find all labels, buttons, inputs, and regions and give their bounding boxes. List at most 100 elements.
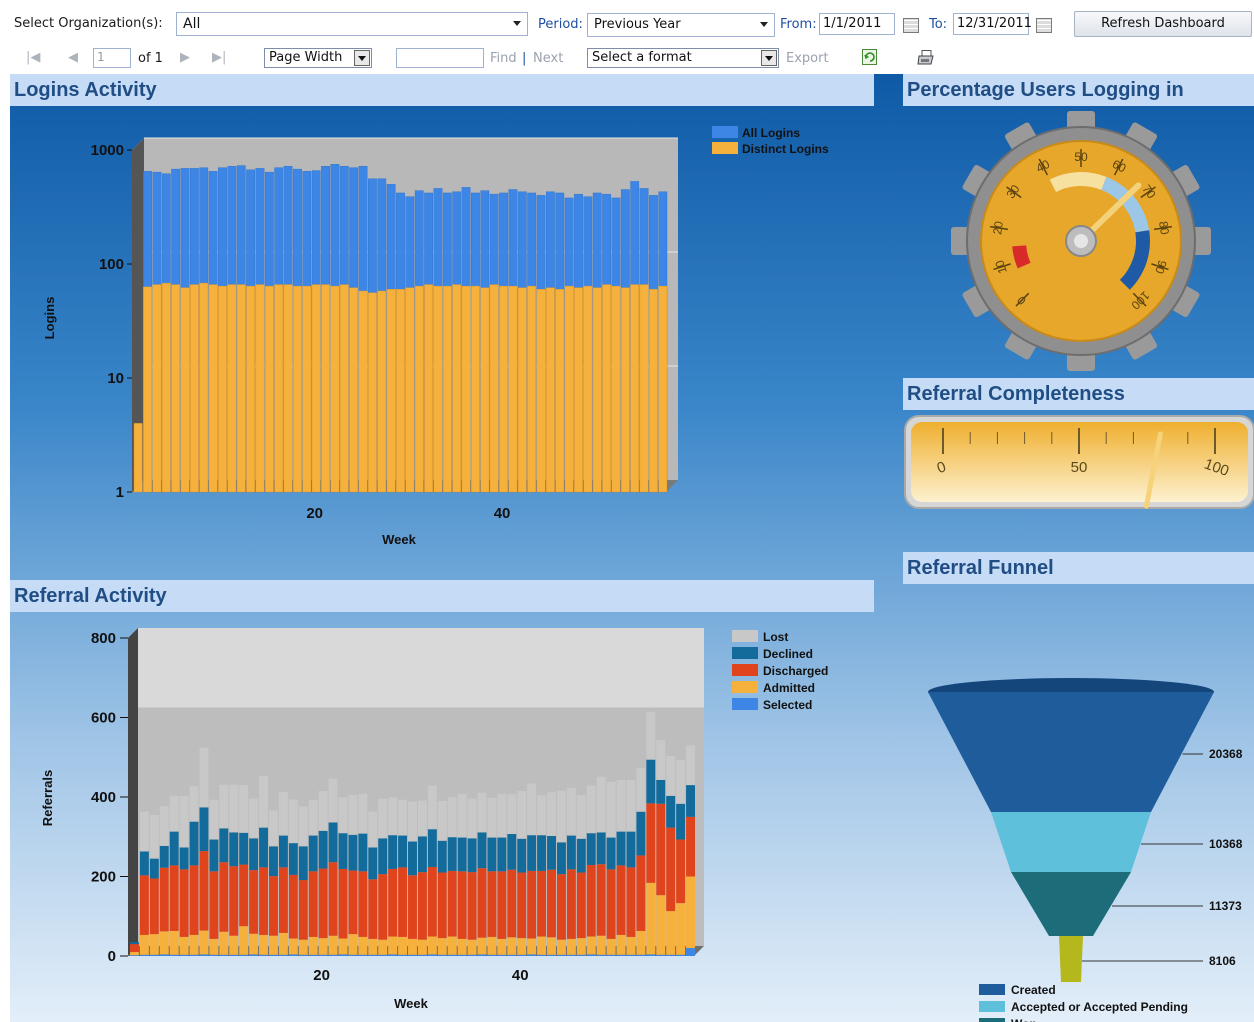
to-date-input[interactable]: 12/31/2011 [953, 13, 1032, 35]
selected-bar [239, 954, 249, 956]
export-format-select[interactable]: Select a format [587, 48, 779, 68]
x-axis-label: Week [394, 996, 428, 1011]
declined-bar [686, 785, 695, 817]
legend-label: Admitted [763, 681, 815, 695]
selected-bar [576, 954, 586, 956]
distinct-logins-bar [517, 287, 527, 493]
chevron-down-icon [354, 50, 370, 66]
calendar-icon[interactable] [903, 18, 919, 33]
distinct-logins-bar [546, 287, 555, 493]
distinct-logins-bar [499, 285, 508, 493]
dashboard: Logins Activity Referral Activity Percen… [10, 74, 1254, 1022]
find-link[interactable]: Find [490, 51, 517, 66]
y-tick-label: 1 [116, 484, 124, 501]
discharged-bar [507, 869, 517, 938]
discharged-bar [537, 870, 547, 937]
lost-bar [179, 795, 189, 848]
page-number-input[interactable]: 1 [93, 48, 131, 68]
admitted-bar [626, 936, 636, 955]
declined-bar [348, 834, 358, 871]
distinct-logins-bar [283, 284, 293, 493]
admitted-bar [169, 930, 179, 955]
declined-bar [646, 759, 656, 804]
admitted-bar [338, 938, 348, 955]
next-page-icon[interactable]: ▶ [180, 50, 190, 65]
x-axis-label: Week [382, 532, 416, 547]
discharged-bar [308, 871, 318, 937]
selected-bar [288, 954, 298, 956]
admitted-bar [646, 882, 656, 955]
distinct-logins-bar [227, 284, 237, 493]
legend-label: Selected [763, 698, 812, 712]
selected-bar [408, 954, 417, 956]
lost-bar [398, 799, 408, 836]
selected-bar [517, 954, 527, 956]
admitted-bar [527, 938, 537, 955]
y-tick-label: 1000 [91, 142, 124, 159]
admitted-bar [308, 936, 318, 955]
x-tick-label: 40 [494, 505, 511, 522]
lost-bar [547, 792, 556, 836]
selected-bar [348, 954, 358, 956]
lost-bar [626, 779, 636, 832]
admitted-bar [378, 939, 388, 955]
export-link[interactable]: Export [786, 51, 829, 66]
from-date-input[interactable]: 1/1/2011 [819, 13, 895, 35]
selected-bar [298, 954, 308, 956]
admitted-bar [179, 936, 189, 955]
distinct-logins-bar [236, 284, 246, 493]
last-page-icon[interactable]: ▶| [212, 50, 226, 65]
legend-label: Discharged [763, 664, 828, 678]
selected-bar [139, 954, 149, 956]
next-link[interactable]: Next [533, 51, 563, 66]
discharged-bar [656, 803, 666, 896]
period-label: Period: [538, 17, 583, 32]
declined-bar [378, 838, 388, 875]
find-input[interactable] [396, 48, 484, 68]
lost-bar [527, 783, 537, 836]
discharged-bar [239, 864, 249, 927]
declined-bar [417, 836, 427, 873]
lost-bar [646, 711, 656, 760]
previous-page-icon[interactable]: ◀ [68, 50, 78, 65]
distinct-logins-bar [171, 284, 181, 493]
declined-bar [358, 833, 368, 872]
declined-bar [517, 838, 527, 873]
admitted-bar [606, 938, 616, 955]
organization-select[interactable]: All [176, 12, 528, 36]
distinct-logins-bar [208, 284, 218, 493]
discharged-bar [427, 866, 437, 937]
refresh-dashboard-button[interactable]: Refresh Dashboard [1074, 11, 1252, 37]
admitted-bar [457, 938, 467, 955]
discharged-bar [606, 869, 616, 939]
calendar-icon[interactable] [1036, 18, 1052, 33]
admitted-bar [596, 935, 606, 955]
admitted-bar [219, 931, 229, 955]
distinct-logins-bar [433, 285, 443, 493]
gauge-tick-label: 80 [1156, 220, 1172, 236]
print-icon[interactable] [917, 50, 935, 66]
selected-bar [537, 954, 547, 956]
refresh-icon[interactable] [862, 49, 878, 66]
declined-bar [398, 835, 408, 868]
first-page-icon[interactable]: |◀ [26, 50, 40, 65]
discharged-bar [477, 868, 487, 938]
distinct-logins-bar [620, 287, 630, 493]
distinct-logins-bar [321, 284, 330, 493]
selected-bar [417, 954, 427, 956]
discharged-bar [547, 869, 556, 938]
period-select[interactable]: Previous Year [587, 13, 775, 37]
declined-bar [139, 851, 149, 876]
lost-bar [457, 793, 467, 838]
lost-bar [566, 787, 576, 836]
funnel-value-label: 20368 [1209, 747, 1243, 761]
selected-bar [328, 954, 338, 956]
zoom-select[interactable]: Page Width [264, 48, 372, 68]
declined-bar [576, 838, 586, 873]
logins-chart: 1 10 100 1000 20 40 Week Logins All Logins Distin… [42, 126, 829, 547]
admitted-bar [130, 952, 139, 956]
selected-bar [278, 954, 288, 956]
admitted-bar [437, 938, 447, 955]
parameter-bar: Select Organization(s): All Period: Prev… [0, 0, 1254, 42]
distinct-logins-bar [368, 292, 377, 493]
